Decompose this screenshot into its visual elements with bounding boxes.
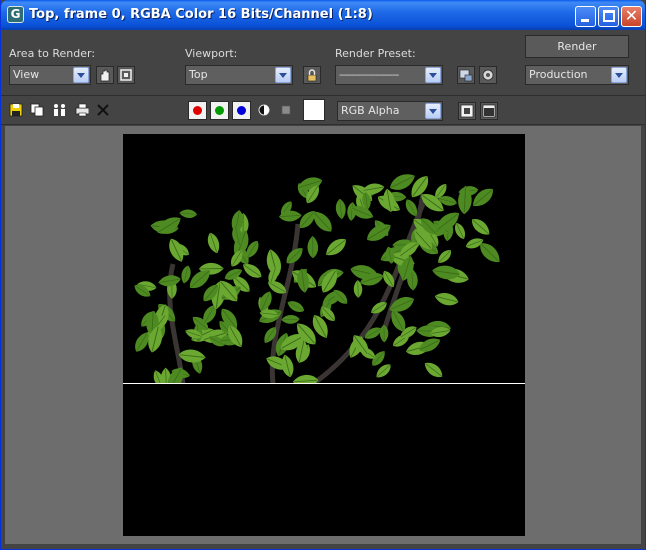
leaf <box>158 275 181 287</box>
chevron-down-icon <box>425 103 441 119</box>
channel-value: RGB Alpha <box>341 104 400 117</box>
render-setup-icon <box>459 69 473 82</box>
clone-icon[interactable] <box>52 103 66 117</box>
overlay-icon <box>460 104 474 118</box>
leaf <box>307 235 319 259</box>
chevron-down-icon <box>73 67 89 83</box>
leaf <box>287 301 305 312</box>
app-icon: G <box>7 6 24 23</box>
frame-toolbar: RGB Alpha <box>1 95 645 125</box>
blue-channel-button[interactable] <box>232 101 251 120</box>
mono-icon[interactable] <box>280 103 294 117</box>
lock-viewport-button[interactable] <box>303 66 321 84</box>
render-mode-value: Production <box>529 68 588 81</box>
render-controls: Area to Render: View Viewport: Top Rende… <box>1 30 645 94</box>
area-to-render-dropdown[interactable]: View <box>9 65 91 85</box>
hand-icon <box>100 69 110 82</box>
blue-channel-icon <box>237 106 246 115</box>
minimize-button[interactable] <box>575 6 596 27</box>
render-viewport <box>5 126 641 544</box>
leaf <box>438 250 451 263</box>
render-button[interactable]: Render <box>525 35 629 58</box>
leaf <box>207 232 220 254</box>
red-channel-button[interactable] <box>188 101 207 120</box>
render-progress-line <box>123 383 525 384</box>
leaf <box>181 265 191 284</box>
leaf <box>179 209 198 218</box>
render-setup-button[interactable] <box>457 66 475 84</box>
edit-region-button[interactable] <box>96 66 114 84</box>
leaf <box>281 315 300 324</box>
lock-icon <box>307 69 317 82</box>
red-channel-icon <box>193 106 202 115</box>
green-channel-button[interactable] <box>210 101 229 120</box>
toggle-ui-button[interactable] <box>480 102 498 120</box>
color-swatch[interactable] <box>303 99 325 121</box>
minimize-icon <box>581 19 589 22</box>
chevron-down-icon <box>425 67 441 83</box>
gear-icon <box>482 69 494 81</box>
display-icon <box>482 104 496 118</box>
title-bar[interactable]: G Top, frame 0, RGBA Color 16 Bits/Chann… <box>1 0 645 30</box>
rendered-image <box>123 134 525 536</box>
maximize-button[interactable] <box>598 6 619 27</box>
maximize-icon <box>603 10 615 22</box>
render-preset-value: -------------------- <box>339 68 399 81</box>
close-icon: ✕ <box>624 6 639 25</box>
leaf <box>335 198 346 220</box>
green-channel-icon <box>215 106 224 115</box>
viewport-value: Top <box>189 68 208 81</box>
area-to-render-value: View <box>13 68 40 81</box>
print-icon[interactable] <box>75 103 89 117</box>
viewport-dropdown[interactable]: Top <box>185 65 293 85</box>
render-mode-dropdown[interactable]: Production <box>525 65 629 85</box>
area-to-render-label: Area to Render: <box>9 47 96 60</box>
leaf <box>472 219 490 235</box>
viewport-label: Viewport: <box>185 47 238 60</box>
alpha-toggle-icon[interactable] <box>257 103 271 117</box>
close-button[interactable]: ✕ <box>621 6 642 27</box>
leaf <box>292 374 319 383</box>
leaf <box>326 238 346 256</box>
window-title: Top, frame 0, RGBA Color 16 Bits/Channel… <box>29 7 373 22</box>
leaf <box>434 293 459 306</box>
chevron-down-icon <box>611 67 627 83</box>
toggle-ui-overlay-button[interactable] <box>458 102 476 120</box>
clear-icon[interactable] <box>96 103 110 117</box>
render-preset-dropdown[interactable]: -------------------- <box>335 65 443 85</box>
region-icon <box>120 69 132 81</box>
leaf <box>424 362 443 378</box>
chevron-down-icon <box>275 67 291 83</box>
auto-region-button[interactable] <box>117 66 135 84</box>
channel-dropdown[interactable]: RGB Alpha <box>337 101 443 121</box>
save-icon[interactable] <box>9 103 23 117</box>
leaf <box>178 349 206 363</box>
render-frame-window: G Top, frame 0, RGBA Color 16 Bits/Chann… <box>0 0 646 550</box>
environment-button[interactable] <box>479 66 497 84</box>
copy-icon[interactable] <box>30 103 44 117</box>
render-preset-label: Render Preset: <box>335 47 416 60</box>
foliage-render <box>134 174 500 383</box>
